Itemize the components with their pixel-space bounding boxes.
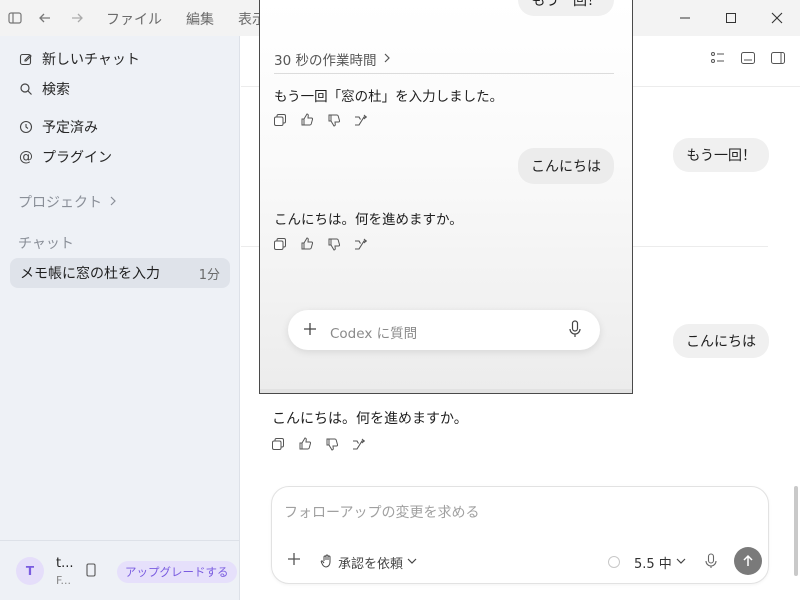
thumbs-up-icon[interactable] (298, 111, 315, 128)
user-name[interactable]: t... (56, 556, 74, 571)
maximize-button[interactable] (708, 0, 754, 36)
phone-icon[interactable] (86, 563, 96, 581)
chevron-down-icon (407, 555, 417, 570)
sidebar-item-new-chat[interactable]: 新しいチャット (18, 47, 140, 71)
chat-time: 1分 (198, 267, 220, 283)
message-actions (271, 235, 369, 252)
plus-icon[interactable] (286, 551, 302, 571)
upgrade-button[interactable]: アップグレードする (117, 561, 237, 583)
chevron-right-icon (108, 194, 118, 210)
user-message-bubble: こんにちは (518, 148, 614, 184)
sidebar-item-search[interactable]: 検索 (18, 77, 70, 101)
search-icon (18, 81, 34, 97)
menu-edit[interactable]: 編集 (186, 9, 214, 29)
close-button[interactable] (754, 0, 800, 36)
copy-icon[interactable] (269, 435, 286, 452)
composer-placeholder[interactable]: フォローアップの変更を求める (284, 502, 479, 522)
sidebar-item-label: 新しいチャット (42, 52, 140, 68)
user-message-bubble: もう一回！ (518, 0, 614, 16)
avatar[interactable]: T (16, 557, 44, 585)
microphone-icon[interactable] (704, 553, 718, 573)
sidebar-item-scheduled[interactable]: 予定済み (18, 115, 98, 139)
assistant-message: もう一回「窓の杜」を入力しました。 (274, 89, 504, 105)
chat-title: メモ帳に窓の杜を入力 (20, 266, 160, 282)
copy-icon[interactable] (271, 111, 288, 128)
thumbs-down-icon[interactable] (323, 435, 340, 452)
assistant-message: こんにちは。何を進めますか。 (274, 212, 463, 228)
projects-label: プロジェクト (18, 195, 102, 211)
hand-icon (320, 554, 334, 572)
popup-composer-placeholder[interactable]: Codex に質問 (330, 322, 417, 342)
message-actions (269, 435, 367, 452)
microphone-icon[interactable] (568, 320, 582, 342)
assistant-message: こんにちは。何を進めますか。 (272, 411, 468, 427)
at-icon: @ (19, 149, 33, 165)
chats-section-label: チャット (18, 236, 74, 252)
thumbs-down-icon[interactable] (325, 111, 342, 128)
plus-icon[interactable] (302, 321, 318, 341)
branch-icon[interactable] (352, 235, 369, 252)
projects-section[interactable]: プロジェクト (18, 192, 118, 212)
thumbs-down-icon[interactable] (325, 235, 342, 252)
send-button[interactable] (734, 547, 762, 575)
user-plan: F... (56, 574, 72, 587)
forward-arrow-icon[interactable] (68, 9, 86, 27)
scrollbar[interactable] (794, 486, 798, 576)
chevron-down-icon (676, 555, 686, 570)
work-time-label: 30 秒の作業時間 (274, 53, 377, 69)
user-message-bubble: もう一回！ (673, 138, 769, 172)
sidebar: 新しいチャット 検索 予定済み @ プラグイン プロジェクト チャット メモ帳に… (0, 36, 240, 600)
minimize-button[interactable] (662, 0, 708, 36)
sidebar-item-plugins[interactable]: @ プラグイン (18, 145, 112, 169)
approval-label: 承認を依頼 (338, 557, 404, 572)
clock-icon (18, 119, 34, 135)
menu-file[interactable]: ファイル (106, 9, 162, 29)
list-icon[interactable] (710, 50, 726, 70)
chat-list-item[interactable]: メモ帳に窓の杜を入力 1分 (10, 258, 230, 288)
main-toolbar (710, 50, 786, 70)
branch-icon[interactable] (350, 435, 367, 452)
model-selector[interactable]: 5.5 中 (634, 553, 686, 572)
sidebar-toggle-icon[interactable] (6, 9, 24, 27)
approval-dropdown[interactable]: 承認を依頼 (320, 553, 417, 572)
status-circle-icon (608, 556, 620, 568)
sidebar-footer: T t... F... アップグレードする (0, 540, 240, 600)
popup-composer[interactable]: Codex に質問 (288, 310, 600, 350)
copy-icon[interactable] (271, 235, 288, 252)
panel-right-icon[interactable] (770, 50, 786, 70)
sidebar-item-label: 予定済み (42, 120, 98, 136)
back-arrow-icon[interactable] (36, 9, 54, 27)
sidebar-item-label: プラグイン (42, 150, 112, 166)
follow-up-composer[interactable]: フォローアップの変更を求める 承認を依頼 5.5 中 (271, 486, 769, 584)
edit-icon (18, 51, 34, 67)
work-divider (274, 73, 614, 74)
thumbs-up-icon[interactable] (296, 435, 313, 452)
user-message-bubble: こんにちは (673, 324, 769, 358)
branch-icon[interactable] (352, 111, 369, 128)
chevron-right-icon (382, 51, 392, 67)
panel-bottom-icon[interactable] (740, 50, 756, 70)
thumbs-up-icon[interactable] (298, 235, 315, 252)
work-time-toggle[interactable]: 30 秒の作業時間 (274, 49, 392, 69)
model-label: 5.5 中 (634, 557, 672, 572)
message-actions (271, 111, 369, 128)
sidebar-item-label: 検索 (42, 82, 70, 98)
quick-chat-popup: もう一回！ 30 秒の作業時間 もう一回「窓の杜」を入力しました。 こんにちは … (259, 0, 633, 394)
popup-bottom-border (260, 389, 632, 393)
